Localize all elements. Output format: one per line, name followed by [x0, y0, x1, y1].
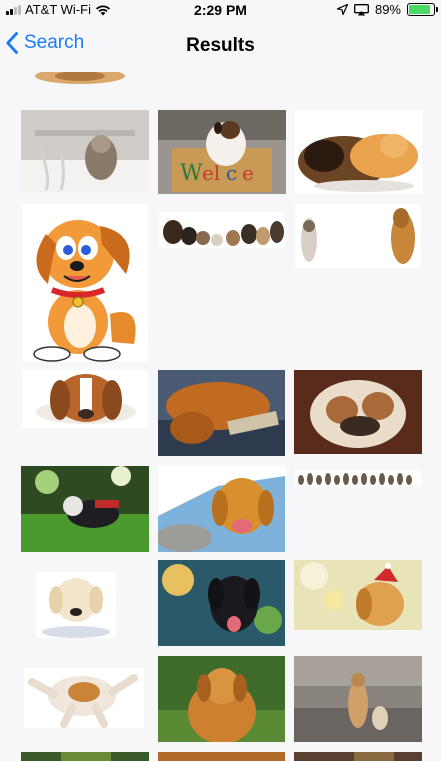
image-result[interactable]: W el c e — [158, 110, 286, 194]
image-result[interactable] — [294, 560, 422, 630]
svg-text:W: W — [180, 161, 203, 186]
image-result[interactable] — [21, 110, 149, 192]
image-result[interactable] — [21, 466, 149, 552]
battery-percent: 89% — [374, 2, 401, 17]
status-bar: AT&T Wi-Fi 2:29 PM 89% — [0, 0, 441, 20]
image-result[interactable] — [24, 668, 144, 728]
image-result[interactable] — [36, 572, 116, 638]
image-result[interactable] — [294, 656, 422, 742]
image-result[interactable] — [294, 110, 422, 194]
image-result[interactable] — [294, 370, 422, 454]
svg-text:e: e — [242, 161, 254, 185]
image-result[interactable] — [22, 370, 148, 428]
image-result[interactable] — [295, 470, 421, 486]
battery-level-fill — [409, 5, 431, 14]
image-result[interactable] — [295, 204, 421, 268]
image-result[interactable] — [159, 212, 285, 248]
image-result[interactable] — [22, 204, 148, 362]
image-result[interactable] — [158, 750, 285, 761]
battery-icon — [407, 3, 438, 16]
image-results-grid[interactable]: W el c e — [0, 72, 441, 761]
airplay-icon — [354, 3, 369, 15]
page-title: Results — [186, 35, 255, 56]
status-right: 89% — [336, 2, 438, 17]
svg-text:el: el — [202, 161, 220, 185]
image-result[interactable] — [158, 560, 285, 646]
image-result[interactable] — [21, 750, 149, 761]
navigation-bar: Search Results — [0, 22, 441, 72]
image-result[interactable] — [30, 72, 130, 86]
image-result[interactable] — [158, 656, 285, 742]
image-result[interactable] — [158, 466, 285, 552]
image-result[interactable] — [294, 750, 422, 761]
location-icon — [336, 4, 348, 15]
image-result[interactable] — [158, 370, 285, 456]
